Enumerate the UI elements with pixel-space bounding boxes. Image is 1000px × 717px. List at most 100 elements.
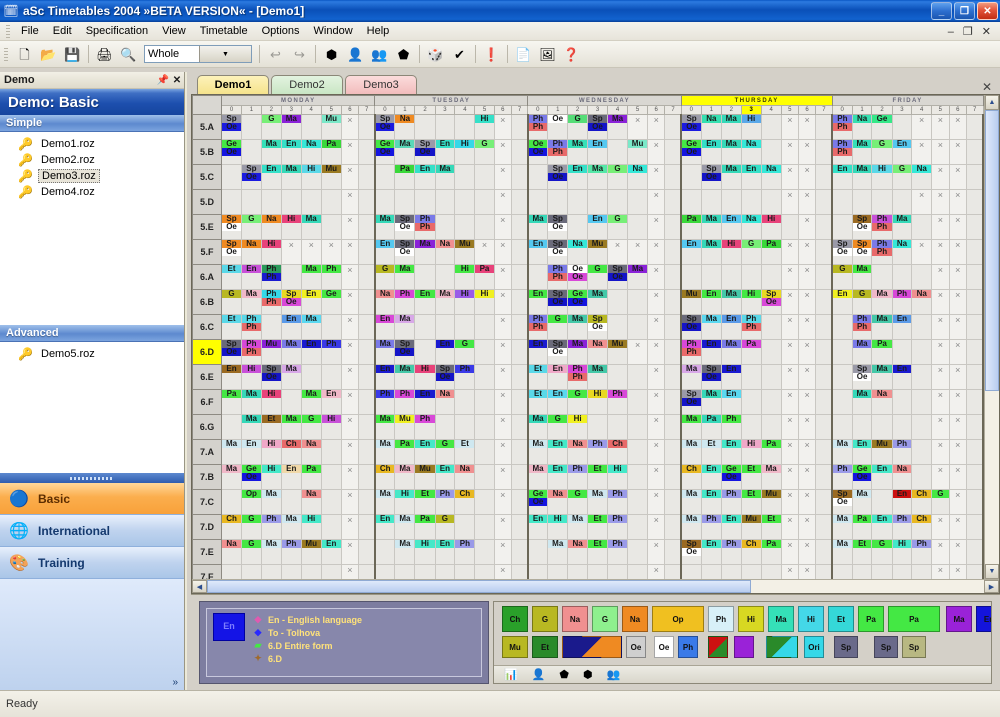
timetable-cell[interactable] bbox=[851, 414, 873, 440]
timetable-cell[interactable] bbox=[911, 264, 932, 290]
lesson-card[interactable]: Ph bbox=[892, 290, 912, 298]
timetable-cell[interactable] bbox=[965, 389, 984, 415]
timetable-cell[interactable] bbox=[911, 564, 932, 579]
lesson-card[interactable]: Ma bbox=[241, 415, 261, 423]
lesson-card[interactable]: Pa bbox=[395, 165, 415, 173]
lesson-card[interactable]: Ch bbox=[375, 465, 395, 473]
timetable-cell[interactable] bbox=[871, 264, 893, 290]
table-row[interactable]: 6.B G Ma Ph Ph Sp Oe En Ge × Na Ph En Ma Hi Hi × En Sp Oe Ge… bbox=[192, 289, 984, 315]
timetable-cell[interactable] bbox=[831, 564, 853, 579]
timetable-cell-empty[interactable]: × bbox=[948, 114, 967, 140]
vscroll-track[interactable] bbox=[985, 110, 999, 564]
timetable-cell[interactable]: Ph bbox=[434, 489, 456, 515]
tray-card[interactable]: Hi bbox=[798, 606, 824, 632]
timetable-cell[interactable] bbox=[911, 364, 932, 390]
lesson-card[interactable]: Ma bbox=[241, 290, 261, 298]
timetable-cell[interactable]: Et bbox=[740, 489, 762, 515]
lesson-card[interactable]: Ma bbox=[588, 490, 608, 498]
timetable-cell[interactable]: Mu bbox=[320, 114, 342, 140]
timetable-cell[interactable]: Ge Oe bbox=[680, 139, 702, 165]
timetable-cell[interactable] bbox=[357, 414, 376, 440]
lesson-card[interactable]: En bbox=[375, 515, 395, 523]
timetable-cell-empty[interactable]: × bbox=[780, 189, 799, 215]
subject-icon[interactable]: ⬢ bbox=[583, 668, 593, 681]
lesson-card[interactable]: G bbox=[872, 540, 892, 548]
lesson-card[interactable]: Ma bbox=[872, 290, 892, 298]
timetable-cell[interactable] bbox=[780, 214, 799, 240]
timetable-cell[interactable] bbox=[280, 264, 302, 290]
lesson-card[interactable]: Na bbox=[261, 215, 281, 223]
timetable-cell[interactable]: Na bbox=[394, 114, 416, 140]
lesson-card[interactable]: Ph Ph bbox=[415, 215, 435, 231]
timetable-cell[interactable] bbox=[965, 314, 984, 340]
timetable-table[interactable]: MONDAY TUESDAY WEDNESDAY THURSDAY FRIDAY 0 1 2 3… bbox=[192, 95, 984, 579]
timetable-cell-empty[interactable]: × bbox=[948, 514, 967, 540]
period-header[interactable]: 1 bbox=[394, 105, 416, 115]
timetable-cell[interactable]: Ph bbox=[414, 414, 436, 440]
timetable-cell[interactable]: Ma bbox=[720, 164, 742, 190]
timetable-cell[interactable]: En bbox=[221, 364, 242, 390]
lesson-card[interactable]: Ph bbox=[912, 540, 931, 548]
timetable-cell[interactable]: Na bbox=[434, 389, 456, 415]
lesson-card[interactable]: En bbox=[852, 440, 872, 448]
timetable-cell[interactable]: Et bbox=[586, 464, 609, 490]
lesson-card[interactable]: G bbox=[241, 215, 261, 223]
timetable-cell-empty[interactable]: × bbox=[797, 339, 817, 365]
timetable-cell[interactable]: Ma bbox=[280, 164, 302, 190]
timetable-cell[interactable]: Ma bbox=[700, 389, 722, 415]
lesson-card[interactable]: Sp Oe bbox=[852, 240, 872, 256]
lesson-card[interactable]: Ma bbox=[281, 340, 301, 348]
lesson-card[interactable]: Pa bbox=[395, 440, 415, 448]
timetable-cell[interactable] bbox=[815, 464, 834, 490]
conflicts-icon[interactable]: ❗ bbox=[480, 43, 503, 65]
lesson-card[interactable]: Pa bbox=[321, 140, 341, 148]
timetable-cell[interactable] bbox=[474, 364, 495, 390]
timetable-cell[interactable]: En bbox=[434, 139, 456, 165]
timetable-cell[interactable] bbox=[831, 214, 853, 240]
lesson-card[interactable]: G bbox=[261, 115, 281, 123]
timetable-cell[interactable] bbox=[891, 414, 913, 440]
tray-card[interactable]: Ph bbox=[678, 636, 698, 658]
timetable-cell[interactable]: Mu bbox=[871, 439, 893, 465]
timetable-cell[interactable]: En bbox=[891, 489, 913, 515]
timetable-cell[interactable]: Pa bbox=[851, 514, 873, 540]
subjects-icon[interactable]: ⬢ bbox=[320, 43, 343, 65]
lesson-card[interactable]: Ma bbox=[528, 215, 548, 223]
timetable-cell[interactable] bbox=[965, 264, 984, 290]
timetable-cell[interactable]: Hi bbox=[260, 389, 282, 415]
lesson-card[interactable]: Mu bbox=[321, 115, 341, 123]
menu-grip[interactable] bbox=[6, 24, 10, 38]
timetable-cell[interactable] bbox=[720, 264, 742, 290]
timetable-cell[interactable]: Ma bbox=[280, 339, 302, 365]
timetable-cell[interactable]: Sp Oe bbox=[680, 389, 702, 415]
lesson-card[interactable]: Sp Oe bbox=[395, 340, 415, 356]
lesson-card[interactable]: Sp Oe bbox=[833, 490, 852, 506]
timetable-cell[interactable] bbox=[680, 564, 702, 579]
timetable-cell[interactable]: Hi bbox=[320, 414, 342, 440]
timetable-cell-empty[interactable]: × bbox=[797, 489, 817, 515]
timetable-cell[interactable]: Hi bbox=[300, 164, 322, 190]
timetable-cell[interactable]: Na bbox=[911, 289, 932, 315]
table-row[interactable]: 5.C Sp Oe En Ma Hi Mu × Pa En Ma × Sp Oe En Ma G Na × Sp Oe M… bbox=[192, 164, 984, 190]
timetable-cell[interactable]: En bbox=[374, 514, 396, 540]
timetable-cell[interactable] bbox=[510, 389, 529, 415]
timetable-cell[interactable]: En bbox=[547, 389, 569, 415]
timetable-cell[interactable]: Pa bbox=[760, 539, 782, 565]
timetable-cell-empty[interactable]: × bbox=[931, 114, 950, 140]
timetable-cell[interactable]: En bbox=[280, 139, 302, 165]
lesson-card[interactable]: Na bbox=[912, 165, 931, 173]
timetable-cell[interactable]: Hi bbox=[260, 239, 282, 265]
lesson-card[interactable]: Sp Oe bbox=[222, 115, 241, 131]
timetable-cell-empty[interactable]: × bbox=[493, 389, 512, 415]
lesson-card[interactable]: Ma bbox=[395, 140, 415, 148]
lesson-card[interactable]: En bbox=[281, 140, 301, 148]
timetable-cell[interactable]: Pa bbox=[680, 214, 702, 240]
lesson-card[interactable]: G bbox=[568, 490, 587, 498]
timetable-cell-empty[interactable]: × bbox=[647, 339, 666, 365]
lesson-card[interactable]: Mu bbox=[261, 340, 281, 348]
generate-icon[interactable]: 🎲 bbox=[424, 43, 447, 65]
lesson-card[interactable]: En bbox=[872, 465, 892, 473]
timetable-cell[interactable]: Ma bbox=[394, 139, 416, 165]
timetable-cell[interactable] bbox=[510, 289, 529, 315]
timetable-cell-empty[interactable]: × bbox=[780, 139, 799, 165]
